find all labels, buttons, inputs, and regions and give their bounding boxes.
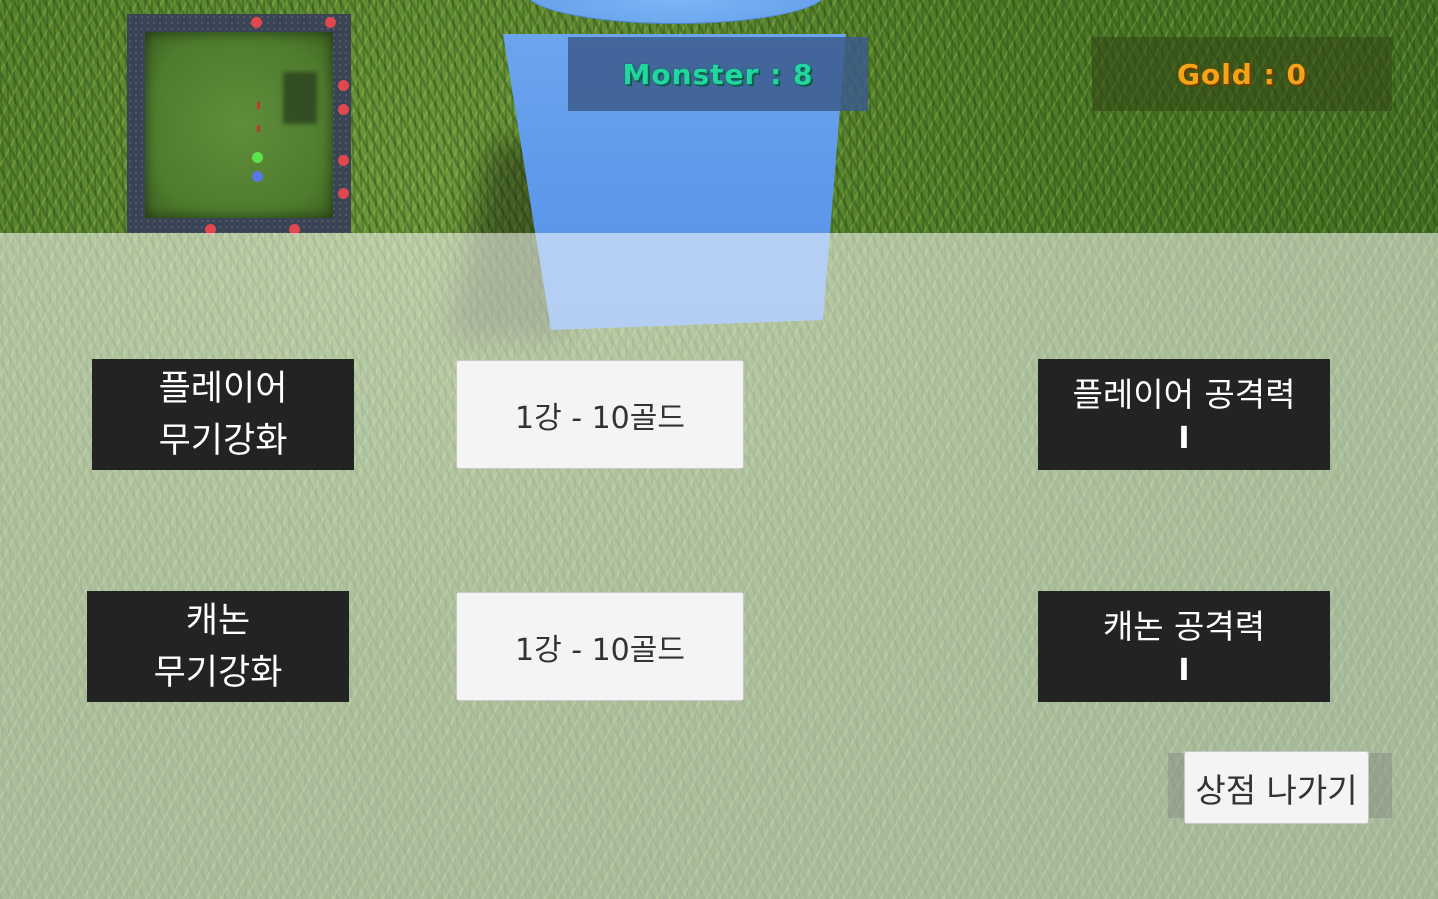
game-scene: Monster : 8 Gold : 0 플레이어 무기강화 1강 - 10골드…: [0, 0, 1438, 899]
cannon-attack-value: I: [1178, 652, 1190, 688]
minimap-marker: [257, 102, 260, 109]
exit-shop-button[interactable]: 상점 나가기: [1184, 751, 1369, 824]
monster-count-text: Monster : 8: [622, 57, 814, 91]
player-attack-title: 플레이어 공격력: [1072, 374, 1296, 414]
minimap-enemy-dot: [338, 80, 349, 91]
minimap-enemy-dot: [338, 104, 349, 115]
minimap-player-dot: [252, 152, 263, 163]
monster-counter: Monster : 8: [568, 37, 868, 111]
player-attack-stat-panel: 플레이어 공격력 I: [1038, 359, 1330, 470]
cannon-attack-stat-panel: 캐논 공격력 I: [1038, 591, 1330, 702]
minimap-cannon-dot: [252, 171, 263, 182]
cannon-weapon-upgrade-button[interactable]: 1강 - 10골드: [456, 592, 744, 701]
minimap-enemy-dot: [325, 17, 336, 28]
gold-counter: Gold : 0: [1092, 37, 1392, 111]
minimap-enemy-dot: [338, 188, 349, 199]
cannon-weapon-label-line2: 무기강화: [153, 652, 283, 693]
minimap-field: [145, 32, 333, 218]
player-attack-value: I: [1178, 420, 1190, 456]
cannon-attack-title: 캐논 공격력: [1102, 606, 1266, 646]
player-weapon-upgrade-label: 1강 - 10골드: [515, 400, 685, 436]
minimap: [127, 14, 351, 235]
gold-count-text: Gold : 0: [1176, 57, 1308, 91]
cannon-weapon-label-line1: 캐논: [185, 600, 251, 641]
player-weapon-upgrade-button[interactable]: 1강 - 10골드: [456, 360, 744, 469]
minimap-obstacle: [283, 72, 317, 124]
minimap-enemy-dot: [338, 155, 349, 166]
minimap-marker: [257, 125, 260, 132]
cube-top-face: [525, 0, 827, 24]
player-weapon-label-line2: 무기강화: [158, 420, 288, 461]
minimap-enemy-dot: [251, 17, 262, 28]
player-weapon-label-line1: 플레이어: [158, 368, 288, 409]
player-weapon-label-panel: 플레이어 무기강화: [92, 359, 354, 470]
cannon-weapon-upgrade-label: 1강 - 10골드: [515, 632, 685, 668]
exit-shop-label: 상점 나가기: [1195, 770, 1358, 810]
cannon-weapon-label-panel: 캐논 무기강화: [87, 591, 349, 702]
